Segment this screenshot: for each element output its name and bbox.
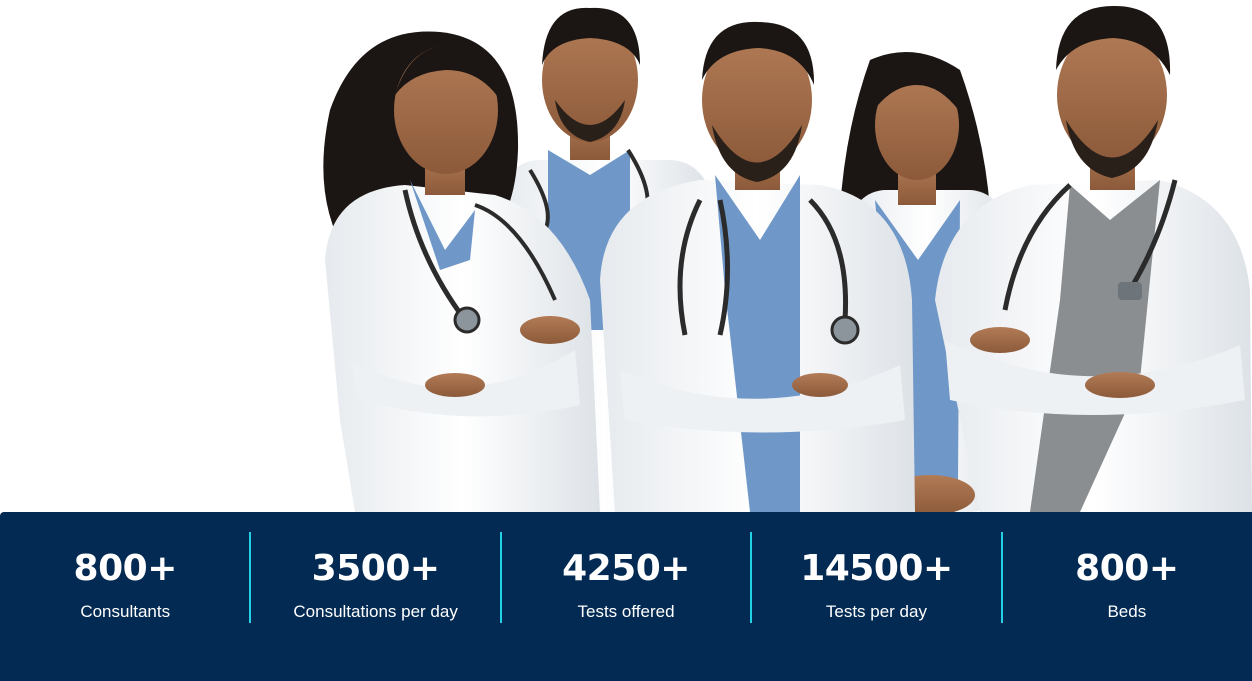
stat-label: Tests offered (577, 602, 675, 621)
stat-label: Tests per day (825, 602, 927, 621)
stat-value: 800+ (73, 548, 178, 589)
stats-banner: 800+ Consultants 3500+ Consultations per… (0, 512, 1252, 681)
stat-tests-per-day: 14500+ Tests per day (751, 512, 1003, 681)
stat-label: Consultants (80, 602, 171, 621)
hero-section (0, 0, 1252, 512)
stat-value: 3500+ (311, 548, 440, 589)
stat-value: 14500+ (800, 548, 953, 589)
doctors-team-image (323, 5, 1252, 512)
stat-value: 800+ (1075, 548, 1179, 589)
stat-label: Consultations per day (293, 602, 458, 621)
stat-tests-offered: 4250+ Tests offered (501, 512, 753, 681)
doctor-5 (935, 5, 1252, 512)
stat-consultants: 800+ Consultants (0, 512, 252, 681)
stat-consultations-per-day: 3500+ Consultations per day (250, 512, 502, 681)
stat-value: 4250+ (562, 548, 690, 589)
stat-label: Beds (1107, 602, 1147, 621)
stat-beds: 800+ Beds (1002, 512, 1252, 681)
